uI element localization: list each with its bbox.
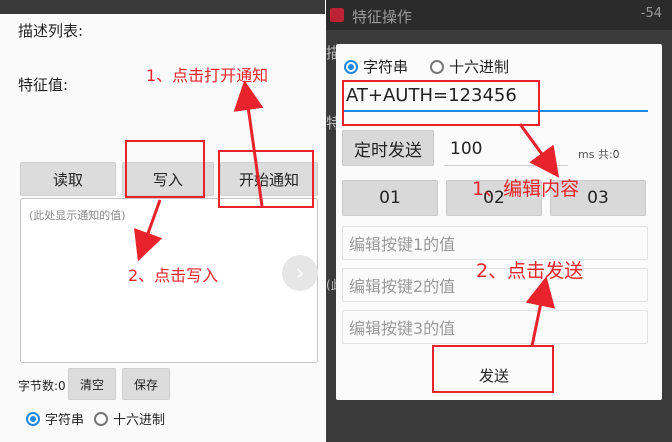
radio-unselected-icon[interactable] bbox=[430, 59, 444, 74]
notify-placeholder: (此处显示通知的值) bbox=[29, 209, 126, 222]
key-1-button[interactable]: 01 bbox=[342, 180, 438, 216]
step2-right-annotation: 2、点击发送 bbox=[476, 260, 584, 282]
left-screenshot: 描述列表: 特征值: 读取 写入 开始通知 (此处显示通知的值) › 字节数:0… bbox=[0, 0, 325, 442]
input-highlight-box bbox=[342, 80, 540, 126]
radio-string-option[interactable]: 字符串 bbox=[26, 409, 84, 428]
rssi-value: -54 bbox=[640, 6, 662, 21]
header-bar: 特征操作 -54 bbox=[326, 0, 672, 30]
radio-selected-icon[interactable] bbox=[26, 411, 40, 426]
radio-unselected-icon[interactable] bbox=[94, 411, 108, 426]
step1-right-annotation: 1、编辑内容 bbox=[472, 178, 580, 200]
send-highlight-box bbox=[432, 345, 554, 393]
timer-unit-label: ms 共:0 bbox=[578, 148, 620, 161]
dialog-radio-string[interactable]: 字符串 bbox=[344, 56, 408, 77]
header-title: 特征操作 bbox=[352, 8, 413, 26]
step2-left-annotation: 2、点击写入 bbox=[128, 266, 219, 285]
notify-highlight-box bbox=[218, 150, 314, 208]
dialog-radio-hex-label: 十六进制 bbox=[449, 58, 510, 76]
read-button[interactable]: 读取 bbox=[20, 162, 116, 196]
description-list-label: 描述列表: bbox=[18, 22, 84, 40]
key-1-value-input[interactable]: 编辑按键1的值 bbox=[342, 226, 648, 260]
clear-button[interactable]: 清空 bbox=[68, 368, 116, 400]
radio-string-label: 字符串 bbox=[45, 413, 85, 428]
right-screenshot: 特征操作 -54 描述列表 特 (此 字符串 十六进制 AT+AUTH=1234… bbox=[326, 0, 672, 442]
timer-interval-input[interactable]: 100 bbox=[444, 132, 568, 166]
dialog-radio-string-label: 字符串 bbox=[363, 58, 409, 76]
key-3-value-input[interactable]: 编辑按键3的值 bbox=[342, 310, 648, 344]
status-bar bbox=[0, 0, 325, 14]
radio-hex-option[interactable]: 十六进制 bbox=[94, 409, 165, 428]
dialog-radio-hex[interactable]: 十六进制 bbox=[430, 56, 509, 77]
write-highlight-box bbox=[125, 140, 205, 198]
timer-send-button[interactable]: 定时发送 bbox=[342, 130, 434, 166]
radio-hex-label: 十六进制 bbox=[113, 413, 166, 428]
radio-selected-icon[interactable] bbox=[344, 59, 358, 74]
byte-count-label: 字节数:0 bbox=[18, 379, 66, 393]
chevron-right-icon[interactable]: › bbox=[282, 255, 318, 291]
characteristic-value-label: 特征值: bbox=[18, 76, 69, 94]
app-icon bbox=[330, 8, 344, 22]
save-button[interactable]: 保存 bbox=[122, 368, 170, 400]
step1-left-annotation: 1、点击打开通知 bbox=[146, 66, 269, 85]
